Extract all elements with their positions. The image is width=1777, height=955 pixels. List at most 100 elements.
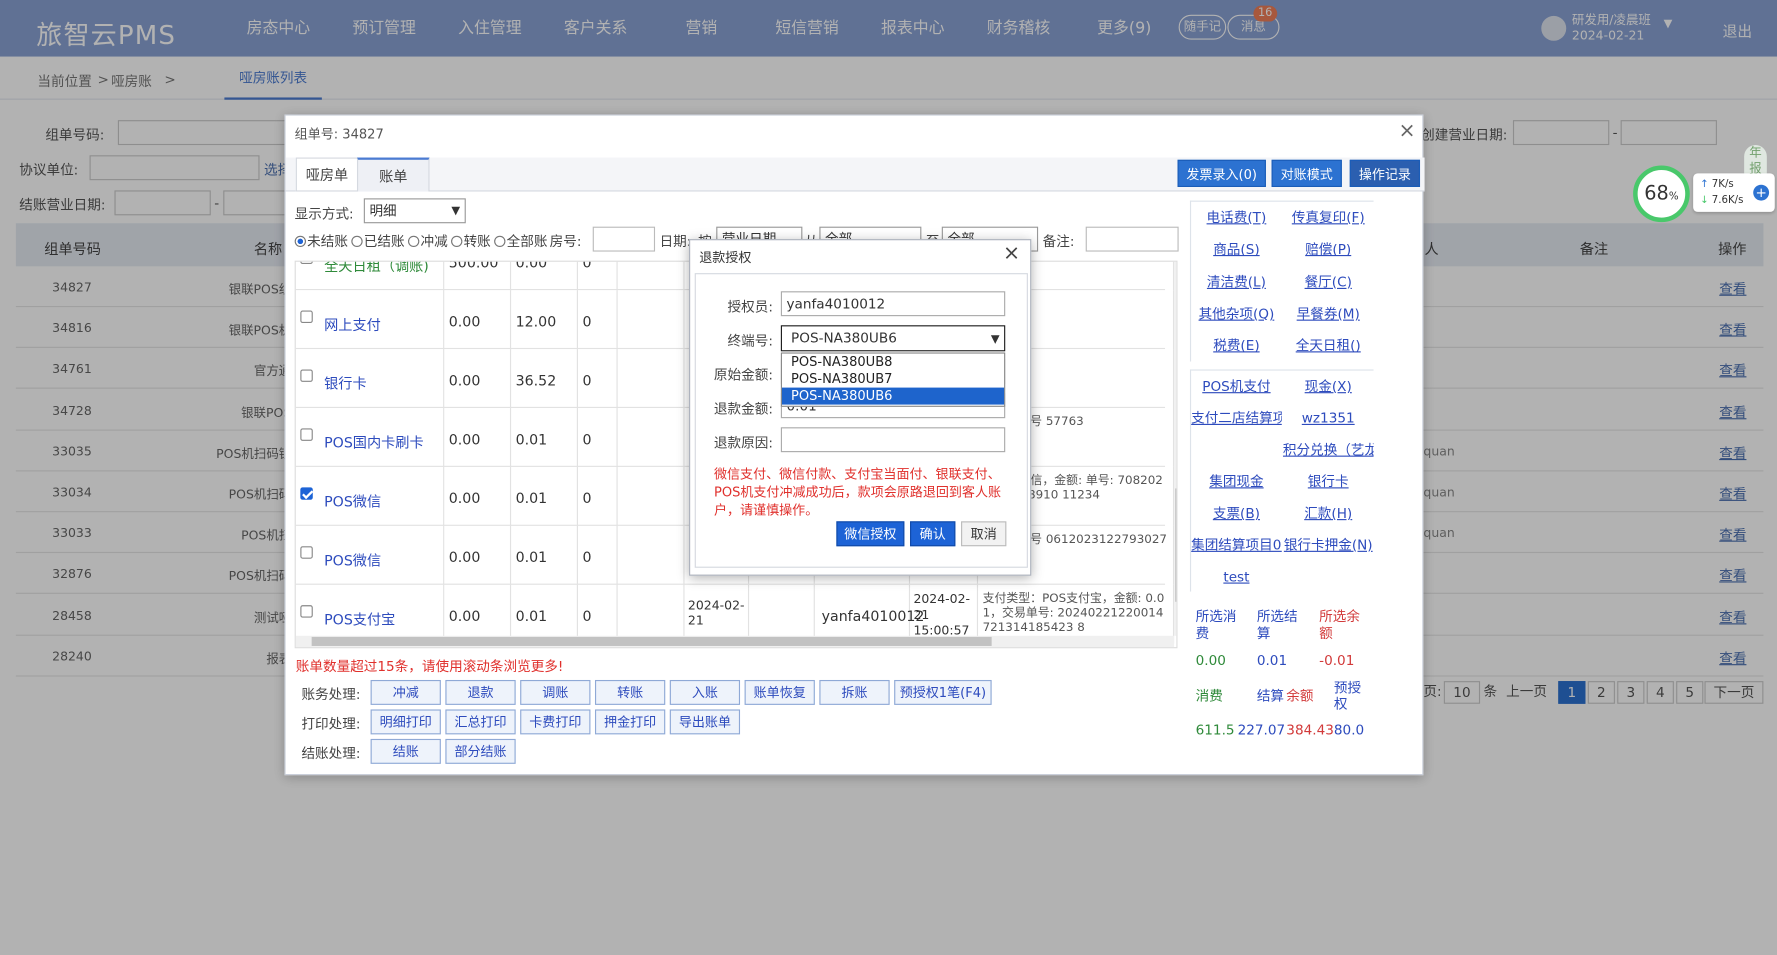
payment-item-link[interactable]: 积分兑换（艺龙 — [1283, 436, 1374, 463]
grid-cell — [618, 525, 685, 585]
paid: 12.00 — [515, 312, 557, 330]
selected-consume-value: 0.00 — [1195, 652, 1226, 669]
row-checkbox[interactable] — [300, 487, 313, 500]
operation-log-button[interactable]: 操作记录 — [1349, 159, 1421, 187]
display-mode-select[interactable]: 明细 ▼ — [363, 198, 466, 224]
row-checkbox[interactable] — [300, 546, 313, 559]
status-radio-option[interactable]: 冲减 — [408, 233, 448, 249]
payment-item-link[interactable]: 支付二店结算项 — [1191, 405, 1282, 432]
wechat-auth-button[interactable]: 微信授权 — [836, 521, 905, 547]
consumption-item-link[interactable]: 税费(E) — [1191, 332, 1282, 359]
action-button[interactable]: 结账 — [370, 738, 441, 764]
tab-dummy-room[interactable]: 哑房单 — [295, 157, 359, 192]
upload-arrow-icon: ↑ — [1699, 179, 1709, 191]
radio-button[interactable] — [351, 235, 363, 248]
download-arrow-icon: ↓ — [1699, 194, 1709, 207]
action-button[interactable]: 汇总打印 — [445, 709, 516, 735]
action-button[interactable]: 账单恢复 — [744, 679, 815, 705]
action-button[interactable]: 拆账 — [819, 679, 890, 705]
grid-cell — [618, 261, 685, 291]
consumption-item-link[interactable]: 其他杂项(Q) — [1191, 300, 1282, 327]
close-icon[interactable]: × — [1003, 241, 1020, 265]
speed-gauge[interactable]: 68% — [1633, 165, 1690, 223]
grid-cell — [618, 290, 685, 350]
row-checkbox[interactable] — [300, 310, 313, 323]
action-button[interactable]: 预授权1笔(F4) — [894, 679, 992, 705]
payment-item-link[interactable]: 银行卡押金(N) — [1283, 532, 1374, 559]
item-name[interactable]: 网上支付 — [324, 313, 381, 335]
status-radio-option[interactable]: 已结账 — [351, 233, 405, 249]
consumption-item-link[interactable]: 全天日租() — [1283, 332, 1374, 359]
terminal-option[interactable]: POS-NA380UB6 — [781, 387, 1005, 405]
item-name[interactable]: POS支付宝 — [324, 607, 395, 629]
remark-input[interactable] — [1085, 226, 1179, 252]
action-button[interactable]: 押金打印 — [594, 709, 666, 735]
refund-reason-input[interactable] — [780, 427, 1006, 453]
payment-item-link[interactable]: 集团现金 — [1191, 468, 1282, 495]
row-checkbox[interactable] — [300, 605, 313, 618]
reconcile-mode-button[interactable]: 对账模式 — [1271, 159, 1342, 187]
consumption-item-link[interactable]: 传真复印(F) — [1283, 204, 1374, 231]
action-button[interactable]: 入账 — [669, 679, 741, 705]
action-button[interactable]: 退款 — [445, 679, 516, 705]
status-radio-option[interactable]: 未结账 — [294, 233, 348, 250]
payment-item-link[interactable]: 支票(B) — [1191, 500, 1282, 527]
payment-item-link[interactable]: 汇款(H) — [1283, 500, 1374, 527]
action-button[interactable]: 导出账单 — [669, 709, 741, 735]
radio-button[interactable] — [408, 235, 420, 248]
action-button[interactable]: 调账 — [520, 679, 591, 705]
confirm-button[interactable]: 确认 — [910, 521, 956, 547]
radio-button[interactable] — [294, 235, 306, 248]
status-radio-option[interactable]: 转账 — [451, 233, 491, 249]
scroll-thumb[interactable] — [311, 636, 992, 646]
item-name[interactable]: 银行卡 — [324, 372, 367, 394]
payment-item-link[interactable]: 现金(X) — [1283, 373, 1374, 400]
action-button[interactable]: 冲减 — [370, 679, 441, 705]
consumption-item-link[interactable]: 早餐券(M) — [1283, 300, 1374, 327]
scroll-thumb[interactable] — [1175, 488, 1177, 602]
action-button[interactable]: 卡费打印 — [520, 709, 591, 735]
action-button[interactable]: 部分结账 — [445, 738, 516, 764]
close-icon[interactable]: × — [1398, 119, 1415, 143]
chevron-down-icon: ▼ — [990, 333, 1000, 346]
consumption-item-link[interactable]: 清洁费(L) — [1191, 268, 1282, 295]
row-checkbox[interactable] — [300, 261, 313, 265]
payment-item-link[interactable]: test — [1191, 563, 1282, 590]
refund-amount-label: 退款金额: — [713, 401, 773, 418]
room-no-input[interactable] — [592, 226, 656, 252]
tab-bill[interactable]: 账单 — [356, 157, 430, 192]
payment-item-link[interactable]: 银行卡 — [1283, 468, 1374, 495]
radio-label: 未结账 — [307, 233, 348, 250]
payment-item-link[interactable]: wz1351 — [1283, 405, 1374, 432]
vertical-scrollbar[interactable] — [1174, 261, 1177, 636]
consumption-item-link[interactable]: 赔偿(P) — [1283, 236, 1374, 263]
payment-item-link[interactable]: POS机支付 — [1191, 373, 1282, 400]
authorizer-input[interactable]: yanfa4010012 — [780, 291, 1006, 317]
plus-icon[interactable]: + — [1753, 184, 1770, 201]
item-name[interactable]: POS国内卡刷卡 — [324, 431, 424, 453]
terminal-select[interactable]: POS-NA380UB6 ▼ — [780, 325, 1006, 352]
modal-layer: 年报 68% ↑ 7K/s ↓ 7.6K/s + 组单号: 34827 × 哑房… — [0, 0, 1777, 955]
consumption-item-link[interactable]: 电话费(T) — [1191, 204, 1282, 231]
consumption-item-link[interactable]: 餐厅(C) — [1283, 268, 1374, 295]
row-checkbox[interactable] — [300, 369, 313, 382]
room-no-label: 房号: — [549, 233, 582, 250]
consumption-item-link[interactable]: 商品(S) — [1191, 236, 1282, 263]
radio-button[interactable] — [451, 235, 463, 248]
action-button[interactable]: 明细打印 — [370, 709, 441, 735]
action-button[interactable]: 转账 — [594, 679, 666, 705]
refund-warning: 微信支付、微信付款、支付宝当面付、银联支付、POS机支付冲减成功后，款项会原路退… — [713, 465, 1002, 518]
item-name[interactable]: POS微信 — [324, 490, 381, 512]
item-name[interactable]: POS微信 — [324, 549, 381, 571]
item-name[interactable]: 全天日租（调账) — [324, 262, 429, 276]
invoice-entry-button[interactable]: 发票录入(0) — [1177, 159, 1266, 187]
terminal-option[interactable]: POS-NA380UB7 — [782, 371, 1004, 388]
cancel-button[interactable]: 取消 — [961, 521, 1007, 547]
horizontal-scrollbar[interactable] — [295, 635, 1175, 648]
network-speed-widget: ↑ 7K/s ↓ 7.6K/s + — [1693, 173, 1775, 212]
row-checkbox[interactable] — [300, 428, 313, 441]
payment-item-link[interactable]: 集团结算项目07 — [1191, 532, 1282, 559]
terminal-option[interactable]: POS-NA380UB8 — [782, 354, 1004, 371]
status-radio-option[interactable]: 全部账 — [494, 233, 547, 249]
radio-button[interactable] — [494, 235, 506, 248]
